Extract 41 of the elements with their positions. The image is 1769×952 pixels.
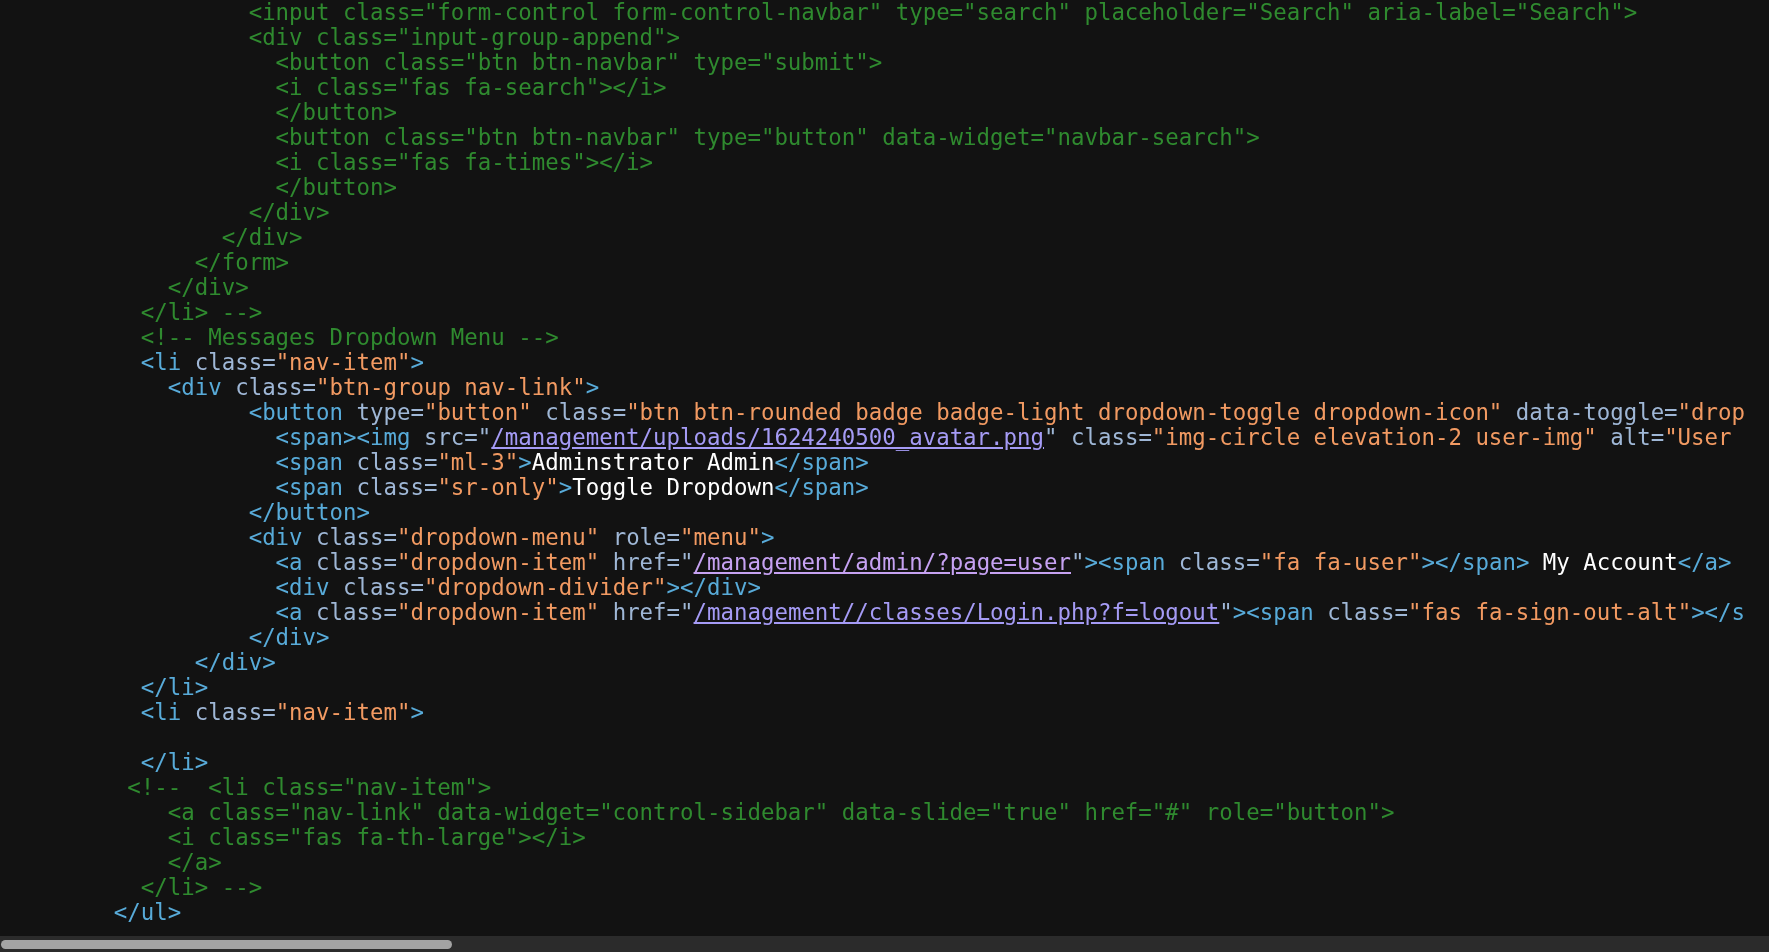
code-line: </div> [193, 650, 276, 675]
code-line: <span><img src="/management/uploads/1624240500_avatar.png" class="img-circle elevation-2 user-img" alt="User [274, 425, 1732, 450]
code-line: <span class="ml-3">Adminstrator Admin</span> [274, 450, 869, 475]
code-line: <i class="fas fa-th-large"></i> [166, 825, 586, 850]
code-line: </div> [220, 225, 303, 250]
code-line: </button> [274, 175, 397, 200]
code-line: <button class="btn btn-navbar" type="submit"> [274, 50, 883, 75]
code-line: </div> [247, 625, 330, 650]
code-line: <li class="nav-item"> [139, 700, 424, 725]
code-line: </ul> [112, 900, 182, 925]
source-link[interactable]: /management/admin/?page=user [693, 549, 1071, 575]
horizontal-scrollbar[interactable] [0, 936, 1769, 952]
source-link[interactable]: /management//classes/Login.php?f=logout [693, 599, 1220, 625]
code-line: <div class="input-group-append"> [247, 25, 680, 50]
code-line: <a class="nav-link" data-widget="control-sidebar" data-slide="true" href="#" role="button"> [166, 800, 1395, 825]
code-line: <div class="btn-group nav-link"> [166, 375, 600, 400]
code-line: <button class="btn btn-navbar" type="button" data-widget="navbar-search"> [274, 125, 1260, 150]
code-line: <i class="fas fa-search"></i> [274, 75, 667, 100]
code-line: <div class="dropdown-menu" role="menu"> [247, 525, 775, 550]
code-line: <!-- <li class="nav-item"> [126, 775, 492, 800]
code-line: <!-- Messages Dropdown Menu --> [139, 325, 559, 350]
code-line: </a> [166, 850, 222, 875]
code-line: </button> [247, 500, 370, 525]
code-line: <div class="dropdown-divider"></div> [274, 575, 761, 600]
code-line: <input class="form-control form-control-navbar" type="search" placeholder="Search" aria-label="Search"> [247, 0, 1638, 25]
code-line: <a class="dropdown-item" href="/management//classes/Login.php?f=logout"><span class="fas fa-sign-out-alt"></s [274, 600, 1746, 625]
code-line: </button> [274, 100, 397, 125]
code-line: <button type="button" class="btn btn-rounded badge badge-light dropdown-toggle dropdown-icon" data-toggle="drop [247, 400, 1745, 425]
code-line: </form> [193, 250, 290, 275]
code-line: </li> --> [139, 875, 263, 900]
code-line: <li class="nav-item"> [139, 350, 424, 375]
code-line: </div> [166, 275, 249, 300]
code-line: </li> --> [139, 300, 263, 325]
code-line: <span class="sr-only">Toggle Dropdown</span> [274, 475, 869, 500]
code-line: </li> [139, 750, 209, 775]
source-link[interactable]: /management/uploads/1624240500_avatar.png [491, 424, 1044, 450]
code-line: <a class="dropdown-item" href="/management/admin/?page=user"><span class="fa fa-user"></span> My Account</a> [274, 550, 1732, 575]
code-line: <i class="fas fa-times"></i> [274, 150, 654, 175]
code-line: </div> [247, 200, 330, 225]
scrollbar-thumb[interactable] [1, 939, 452, 949]
code-line: </li> [139, 675, 209, 700]
